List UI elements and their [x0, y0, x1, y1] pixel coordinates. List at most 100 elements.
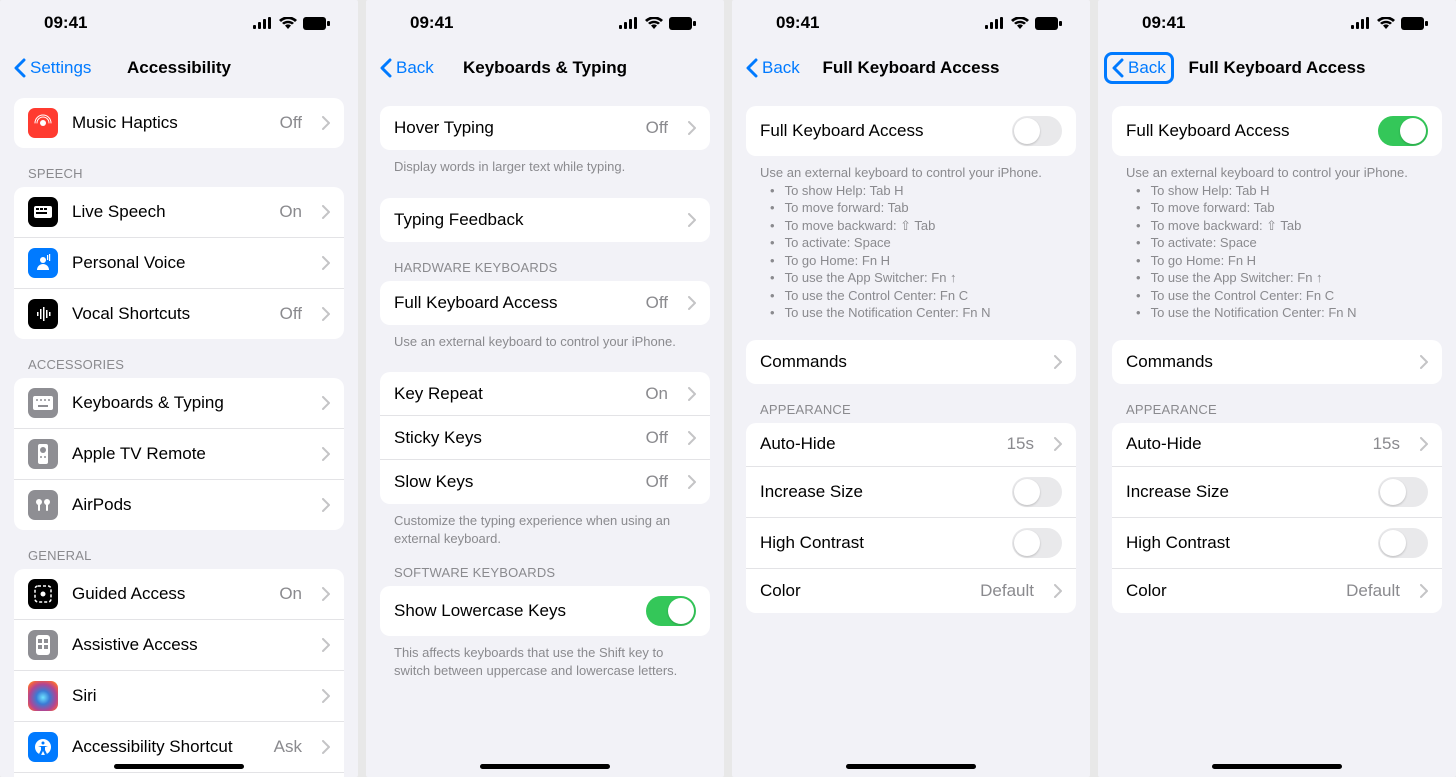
toggle-high-contrast[interactable]	[1378, 528, 1428, 558]
status-bar: 09:41	[366, 0, 724, 46]
row-auto-hide[interactable]: Auto-Hide 15s	[746, 423, 1076, 467]
home-indicator[interactable]	[114, 764, 244, 769]
toggle-fka[interactable]	[1378, 116, 1428, 146]
section-general: GENERAL	[14, 530, 344, 569]
section-hardware: HARDWARE KEYBOARDS	[380, 242, 710, 281]
back-button[interactable]: Back	[1106, 54, 1172, 82]
row-tv-remote[interactable]: Apple TV Remote	[14, 429, 344, 480]
chevron-right-icon	[1420, 437, 1428, 451]
row-slow-keys[interactable]: Slow Keys Off	[380, 460, 710, 504]
row-keyboards-typing[interactable]: Keyboards & Typing	[14, 378, 344, 429]
row-hover-typing[interactable]: Hover Typing Off	[380, 106, 710, 150]
chevron-right-icon	[322, 205, 330, 219]
row-fka-toggle[interactable]: Full Keyboard Access	[746, 106, 1076, 156]
row-high-contrast[interactable]: High Contrast	[1112, 518, 1442, 569]
row-value: On	[279, 202, 302, 222]
row-sticky-keys[interactable]: Sticky Keys Off	[380, 416, 710, 460]
chevron-right-icon	[688, 121, 696, 135]
row-label: Siri	[72, 686, 302, 706]
row-commands[interactable]: Commands	[1112, 340, 1442, 384]
battery-icon	[669, 17, 696, 30]
content[interactable]: Hover Typing Off Display words in larger…	[366, 90, 724, 777]
wifi-icon	[1011, 17, 1029, 29]
row-increase-size[interactable]: Increase Size	[1112, 467, 1442, 518]
row-airpods[interactable]: AirPods	[14, 480, 344, 530]
footnote-hw: Customize the typing experience when usi…	[380, 504, 710, 547]
row-key-repeat[interactable]: Key Repeat On	[380, 372, 710, 416]
row-music-haptics[interactable]: Music Haptics Off	[14, 98, 344, 148]
row-color[interactable]: Color Default	[746, 569, 1076, 613]
content[interactable]: Full Keyboard Access Use an external key…	[732, 90, 1090, 777]
wifi-icon	[279, 17, 297, 29]
section-appearance: APPEARANCE	[746, 384, 1076, 423]
accessibility-shortcut-icon	[28, 732, 58, 762]
row-assistive-access[interactable]: Assistive Access	[14, 620, 344, 671]
chevron-right-icon	[322, 638, 330, 652]
row-color[interactable]: Color Default	[1112, 569, 1442, 613]
content[interactable]: Full Keyboard Access Use an external key…	[1098, 90, 1456, 777]
row-vocal-shortcuts[interactable]: Vocal Shortcuts Off	[14, 289, 344, 339]
row-typing-feedback[interactable]: Typing Feedback	[380, 198, 710, 242]
row-value: Off	[280, 304, 302, 324]
cellular-icon	[619, 17, 639, 29]
row-label: Keyboards & Typing	[72, 393, 302, 413]
fka-help-list: To show Help: Tab H To move forward: Tab…	[1126, 182, 1428, 322]
status-indicators	[253, 17, 330, 30]
chevron-right-icon	[322, 116, 330, 130]
row-label: Auto-Hide	[760, 434, 993, 454]
row-high-contrast[interactable]: High Contrast	[746, 518, 1076, 569]
row-label: High Contrast	[760, 533, 998, 553]
row-value: 15s	[1007, 434, 1034, 454]
row-per-app[interactable]: Per-App Settings	[14, 773, 344, 777]
row-commands[interactable]: Commands	[746, 340, 1076, 384]
toggle-show-lowercase[interactable]	[646, 596, 696, 626]
footnote-fka: Use an external keyboard to control your…	[380, 325, 710, 351]
cellular-icon	[985, 17, 1005, 29]
battery-icon	[1401, 17, 1428, 30]
chevron-right-icon	[322, 396, 330, 410]
home-indicator[interactable]	[1212, 764, 1342, 769]
row-fka-toggle[interactable]: Full Keyboard Access	[1112, 106, 1442, 156]
fka-help-list: To show Help: Tab H To move forward: Tab…	[760, 182, 1062, 322]
section-speech: SPEECH	[14, 148, 344, 187]
back-button[interactable]: Back	[740, 54, 806, 82]
row-show-lowercase[interactable]: Show Lowercase Keys	[380, 586, 710, 636]
toggle-increase-size[interactable]	[1378, 477, 1428, 507]
row-label: Assistive Access	[72, 635, 302, 655]
chevron-right-icon	[322, 307, 330, 321]
row-guided-access[interactable]: Guided Access On	[14, 569, 344, 620]
chevron-right-icon	[322, 447, 330, 461]
row-label: Slow Keys	[394, 472, 632, 492]
live-speech-icon	[28, 197, 58, 227]
back-button[interactable]: Settings	[8, 54, 97, 82]
row-label: Live Speech	[72, 202, 265, 222]
screen-fka-on: 09:41 Back Full Keyboard Access Full Key…	[1098, 0, 1456, 777]
content[interactable]: Music Haptics Off SPEECH Live Speech On …	[0, 90, 358, 777]
row-label: Sticky Keys	[394, 428, 632, 448]
row-live-speech[interactable]: Live Speech On	[14, 187, 344, 238]
back-button[interactable]: Back	[374, 54, 440, 82]
screen-fka-off: 09:41 Back Full Keyboard Access Full Key…	[732, 0, 1090, 777]
fka-help-intro: Use an external keyboard to control your…	[1126, 165, 1408, 180]
chevron-right-icon	[322, 740, 330, 754]
home-indicator[interactable]	[480, 764, 610, 769]
music-haptics-icon	[28, 108, 58, 138]
row-label: Increase Size	[760, 482, 998, 502]
toggle-fka[interactable]	[1012, 116, 1062, 146]
row-value: Off	[646, 472, 668, 492]
toggle-increase-size[interactable]	[1012, 477, 1062, 507]
row-value: Default	[1346, 581, 1400, 601]
row-fka[interactable]: Full Keyboard Access Off	[380, 281, 710, 325]
chevron-left-icon	[14, 58, 26, 78]
toggle-high-contrast[interactable]	[1012, 528, 1062, 558]
row-increase-size[interactable]: Increase Size	[746, 467, 1076, 518]
row-label: Full Keyboard Access	[760, 121, 998, 141]
chevron-right-icon	[1420, 355, 1428, 369]
chevron-right-icon	[1054, 584, 1062, 598]
guided-access-icon	[28, 579, 58, 609]
row-auto-hide[interactable]: Auto-Hide 15s	[1112, 423, 1442, 467]
row-personal-voice[interactable]: Personal Voice	[14, 238, 344, 289]
home-indicator[interactable]	[846, 764, 976, 769]
row-siri[interactable]: Siri	[14, 671, 344, 722]
row-value: 15s	[1373, 434, 1400, 454]
